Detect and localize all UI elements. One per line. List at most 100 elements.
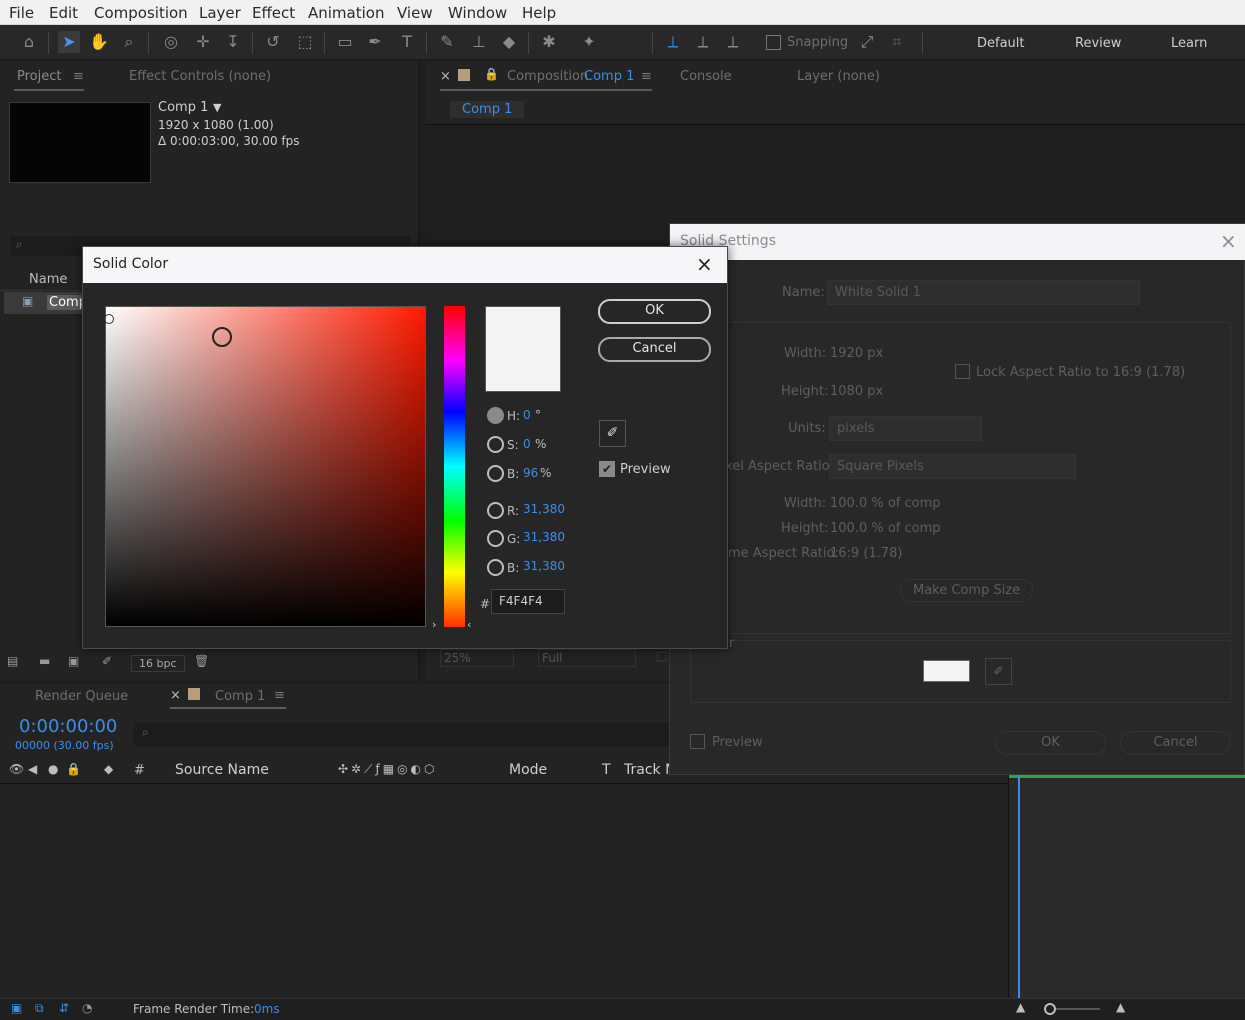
menu-help[interactable]: Help xyxy=(522,4,556,22)
tab-composition-prefix[interactable]: Composition xyxy=(507,69,588,84)
workspace-default[interactable]: Default xyxy=(977,36,1025,51)
new-folder-icon[interactable]: ▬ xyxy=(39,654,50,668)
snapping-checkbox[interactable] xyxy=(766,35,781,50)
layer-switches-icon[interactable]: ✣✲⟋ƒ▦◎◐⬡ xyxy=(338,762,438,777)
preview-checkbox[interactable]: ✔ xyxy=(599,461,615,477)
tab-layer[interactable]: Layer (none) xyxy=(797,69,880,84)
menu-edit[interactable]: Edit xyxy=(49,4,78,22)
width-value[interactable]: 1920 px xyxy=(830,346,883,361)
menu-composition[interactable]: Composition xyxy=(94,4,188,22)
selection-tool-icon[interactable]: ➤ xyxy=(58,31,80,53)
audio-icon[interactable]: ◀ xyxy=(28,762,37,776)
slider-left-arrow-icon[interactable]: ‹ xyxy=(467,618,471,631)
in-out-toggle-icon[interactable]: ⇵ xyxy=(59,1001,69,1015)
hex-input[interactable]: F4F4F4 xyxy=(491,589,565,614)
workspace-learn[interactable]: Learn xyxy=(1171,36,1207,51)
column-name[interactable]: Name xyxy=(29,272,67,287)
snap-features-icon[interactable]: ⌗ xyxy=(886,31,908,53)
tab-composition-comp[interactable]: Comp 1 xyxy=(584,69,634,84)
hue-slider[interactable] xyxy=(444,306,465,627)
red-value[interactable]: 31,380 xyxy=(523,502,565,516)
solid-color-swatch[interactable] xyxy=(923,660,970,682)
type-tool-icon[interactable]: T xyxy=(396,31,418,53)
ok-button[interactable]: OK xyxy=(598,299,711,324)
tab-timeline-comp[interactable]: Comp 1 xyxy=(215,689,265,704)
adjust-project-settings-icon[interactable]: ✐ xyxy=(102,654,112,668)
zoom-slider-thumb[interactable] xyxy=(1044,1003,1056,1015)
zoom-dropdown[interactable]: 25% xyxy=(440,649,514,667)
close-icon[interactable]: × xyxy=(440,69,451,84)
radio-green[interactable] xyxy=(487,530,504,547)
snap-edges-icon[interactable]: ⤢ xyxy=(856,31,878,53)
timeline-track-area[interactable] xyxy=(1008,774,1245,998)
green-value[interactable]: 31,380 xyxy=(523,530,565,544)
radio-brightness[interactable] xyxy=(487,465,504,482)
solo-icon[interactable]: ● xyxy=(48,762,58,776)
saturation-brightness-field[interactable] xyxy=(104,306,426,627)
height-value[interactable]: 1080 px xyxy=(830,384,883,399)
menu-animation[interactable]: Animation xyxy=(308,4,384,22)
menu-view[interactable]: View xyxy=(397,4,433,22)
pan-camera-icon[interactable]: ✛ xyxy=(192,31,214,53)
ss-cancel-button[interactable]: Cancel xyxy=(1120,731,1231,755)
workspace-review[interactable]: Review xyxy=(1075,36,1121,51)
panel-menu-icon[interactable]: ≡ xyxy=(641,69,652,84)
units-dropdown[interactable]: pixels xyxy=(829,416,982,441)
region-of-interest-icon[interactable]: ⬚ xyxy=(656,649,667,663)
home-icon[interactable]: ⌂ xyxy=(18,31,40,53)
close-icon[interactable]: × xyxy=(696,252,713,276)
timeline-search-input[interactable]: ⌕ xyxy=(134,722,714,746)
blue-value[interactable]: 31,380 xyxy=(523,559,565,573)
interpret-footage-icon[interactable]: ▤ xyxy=(7,654,18,668)
ss-preview-checkbox[interactable] xyxy=(690,734,705,749)
new-composition-icon[interactable]: ▣ xyxy=(68,654,79,668)
eyedropper-icon[interactable]: ✐ xyxy=(599,420,626,447)
color-picker-cursor[interactable] xyxy=(212,327,232,347)
panel-menu-icon[interactable]: ≡ xyxy=(274,688,285,703)
transfer-controls-toggle-icon[interactable]: ⧉ xyxy=(35,1001,44,1016)
tab-console[interactable]: Console xyxy=(680,69,732,84)
brightness-value[interactable]: 96 xyxy=(523,466,538,480)
radio-hue[interactable] xyxy=(487,407,504,424)
eraser-tool-icon[interactable]: ◆ xyxy=(498,31,520,53)
label-tag-icon[interactable]: ◆ xyxy=(104,762,113,776)
menu-window[interactable]: Window xyxy=(448,4,507,22)
zoom-slider-track[interactable] xyxy=(1056,1008,1100,1010)
roto-brush-tool-icon[interactable]: ✱ xyxy=(538,31,560,53)
menu-file[interactable]: File xyxy=(9,4,34,22)
menu-effect[interactable]: Effect xyxy=(252,4,295,22)
zoom-tool-icon[interactable]: ⌕ xyxy=(118,31,140,53)
render-time-toggle-icon[interactable]: ◔ xyxy=(82,1001,92,1015)
make-comp-size-button[interactable]: Make Comp Size xyxy=(900,579,1034,602)
puppet-pin-tool-icon[interactable]: ✦ xyxy=(578,31,600,53)
world-axis-icon[interactable]: ⟂ xyxy=(692,31,714,53)
saturation-value[interactable]: 0 xyxy=(523,437,531,451)
rectangle-tool-icon[interactable]: ▭ xyxy=(334,31,356,53)
tab-effect-controls[interactable]: Effect Controls (none) xyxy=(129,69,271,84)
tab-render-queue[interactable]: Render Queue xyxy=(35,689,128,704)
zoom-out-icon[interactable]: ▲ xyxy=(1016,1000,1025,1014)
hand-tool-icon[interactable]: ✋ xyxy=(88,31,110,53)
local-axis-icon[interactable]: ⟂ xyxy=(662,31,684,53)
resolution-dropdown[interactable]: Full xyxy=(538,649,636,667)
hue-value[interactable]: 0 xyxy=(523,408,531,422)
dolly-camera-icon[interactable]: ↧ xyxy=(222,31,244,53)
zoom-in-icon[interactable]: ▲ xyxy=(1116,1000,1125,1014)
tab-project[interactable]: Project xyxy=(17,69,61,84)
slider-right-arrow-icon[interactable]: › xyxy=(432,618,436,631)
lock-icon[interactable]: 🔒 xyxy=(66,762,81,776)
view-axis-icon[interactable]: ⟂ xyxy=(722,31,744,53)
chevron-down-icon[interactable]: ▼ xyxy=(213,101,221,114)
current-time-display[interactable]: 0:00:00:00 xyxy=(19,716,117,737)
lock-aspect-checkbox[interactable] xyxy=(955,364,970,379)
rotation-tool-icon[interactable]: ↺ xyxy=(262,31,284,53)
subtab-comp[interactable]: Comp 1 xyxy=(450,101,525,118)
anchor-point-tool-icon[interactable]: ⬚ xyxy=(294,31,316,53)
radio-red[interactable] xyxy=(487,502,504,519)
pixel-aspect-dropdown[interactable]: Square Pixels xyxy=(829,454,1076,479)
column-source-name[interactable]: Source Name xyxy=(175,762,269,778)
close-icon[interactable]: × xyxy=(170,688,181,703)
lock-icon[interactable]: 🔒 xyxy=(484,67,499,81)
trash-icon[interactable]: 🗑 xyxy=(194,654,209,668)
playhead[interactable] xyxy=(1018,774,1020,998)
